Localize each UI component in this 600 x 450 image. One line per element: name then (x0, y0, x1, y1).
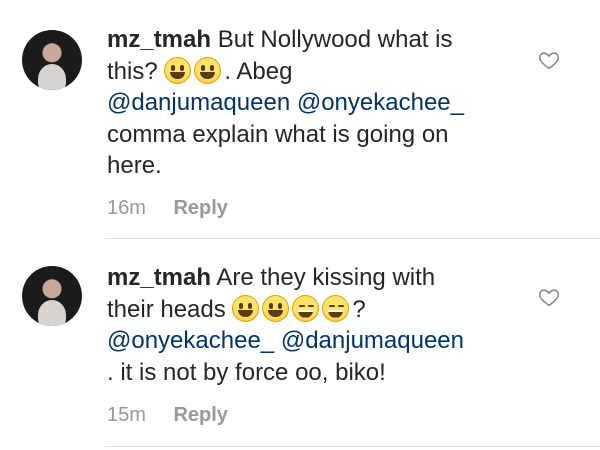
heart-icon[interactable] (538, 49, 560, 71)
divider (106, 238, 600, 239)
reply-button[interactable]: Reply (173, 404, 227, 426)
comment-text: . it is not by force oo, biko! (107, 358, 386, 386)
comment-body: mz_tmah But Nollywood what is this? . Ab… (107, 24, 517, 182)
mention-link[interactable]: @danjumaqueen (107, 89, 290, 116)
mention-link[interactable]: @onyekachee_ (107, 327, 274, 354)
grinning-face-icon (164, 56, 192, 84)
comment-text: ? (352, 295, 366, 323)
comment-text: this? (107, 57, 158, 85)
tears-of-joy-icon (322, 294, 350, 322)
comment-text: . Abeg (224, 57, 293, 85)
comment-text: here. (107, 152, 162, 179)
comment-timestamp: 16m (107, 197, 146, 219)
reply-button[interactable]: Reply (173, 197, 227, 219)
avatar[interactable] (22, 30, 82, 90)
comment-text: But Nollywood what is (217, 26, 453, 53)
grinning-face-icon (194, 56, 222, 84)
comment-text: their heads (107, 295, 226, 323)
tears-of-joy-icon (292, 294, 320, 322)
comment-text: comma explain what is going on (107, 120, 449, 148)
comment-text: Are they kissing with (216, 264, 436, 291)
comment-meta: 16m Reply (107, 196, 228, 220)
heart-icon[interactable] (538, 286, 560, 308)
comment-timestamp: 15m (107, 404, 146, 426)
grinning-face-icon (232, 294, 260, 322)
mention-link[interactable]: @onyekachee_ (297, 89, 464, 116)
avatar[interactable] (22, 266, 82, 326)
comment-meta: 15m Reply (107, 403, 228, 427)
comment-body: mz_tmah Are they kissing with their head… (107, 262, 517, 388)
comment-username[interactable]: mz_tmah (107, 264, 211, 291)
divider (106, 446, 600, 447)
grinning-face-icon (262, 294, 290, 322)
mention-link[interactable]: @danjumaqueen (281, 327, 464, 354)
comment-username[interactable]: mz_tmah (107, 26, 211, 53)
